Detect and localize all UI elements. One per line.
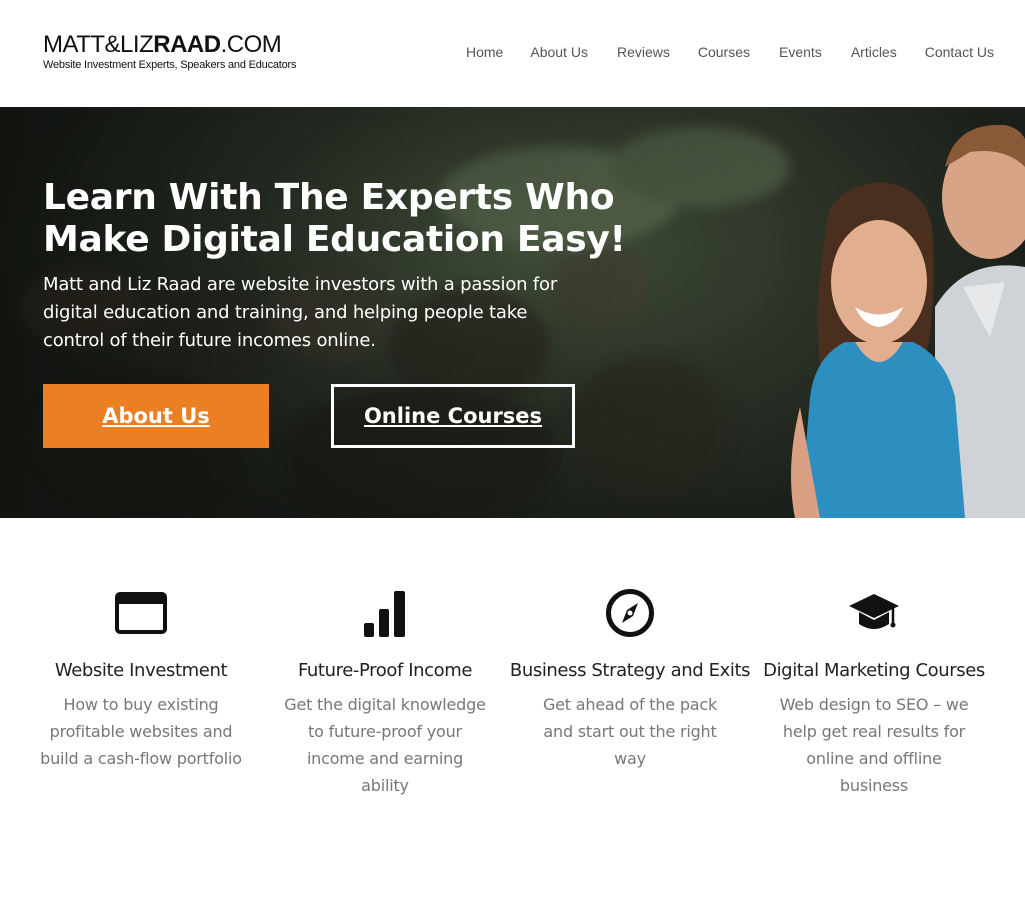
- browser-window-icon: [19, 588, 263, 638]
- logo-wordmark: MATT&LIZRAAD.COM: [43, 31, 282, 58]
- about-us-button[interactable]: About Us: [43, 384, 269, 448]
- nav-home[interactable]: Home: [466, 44, 503, 60]
- graduation-cap-icon: [752, 588, 996, 638]
- feature-title: Digital Marketing Courses: [763, 660, 985, 681]
- feature-digital-marketing: Digital Marketing Courses Web design to …: [752, 588, 996, 799]
- logo-tagline: Website Investment Experts, Speakers and…: [43, 59, 297, 71]
- nav-courses[interactable]: Courses: [698, 44, 750, 60]
- bar-chart-icon: [263, 588, 507, 638]
- feature-title: Business Strategy and Exits: [509, 660, 751, 681]
- site-logo[interactable]: MATT&LIZRAAD.COM Website Investment Expe…: [43, 31, 297, 72]
- online-courses-button[interactable]: Online Courses: [331, 384, 575, 448]
- hero-subtitle: Matt and Liz Raad are website investors …: [43, 274, 558, 351]
- hero-title-line-2: Make Digital Education Easy!: [43, 219, 626, 260]
- feature-website-investment: Website Investment How to buy existing p…: [19, 588, 263, 772]
- hosts-photo: [791, 124, 1025, 518]
- feature-title: Future-Proof Income: [297, 660, 473, 681]
- compass-icon: [508, 588, 752, 638]
- nav-articles[interactable]: Articles: [851, 44, 897, 60]
- features-section: Website Investment How to buy existing p…: [19, 588, 999, 848]
- nav-events[interactable]: Events: [779, 44, 822, 60]
- feature-description: Web design to SEO – we help get real res…: [779, 695, 969, 795]
- hero-banner: Learn With The Experts Who Make Digital …: [0, 107, 1025, 518]
- feature-title: Website Investment: [54, 660, 228, 681]
- feature-business-strategy: Business Strategy and Exits Get ahead of…: [508, 588, 752, 772]
- main-nav: Home About Us Reviews Courses Events Art…: [466, 44, 994, 60]
- feature-description: Get ahead of the pack and start out the …: [542, 695, 718, 768]
- nav-contact-us[interactable]: Contact Us: [925, 44, 994, 60]
- hero-title: Learn With The Experts Who Make Digital …: [43, 177, 643, 261]
- hero-title-line-1: Learn With The Experts Who: [43, 177, 615, 218]
- nav-about-us[interactable]: About Us: [530, 44, 588, 60]
- feature-description: How to buy existing profitable websites …: [40, 695, 242, 768]
- feature-description: Get the digital knowledge to future-proo…: [284, 695, 486, 795]
- nav-reviews[interactable]: Reviews: [617, 44, 670, 60]
- site-header: MATT&LIZRAAD.COM Website Investment Expe…: [0, 0, 1025, 107]
- feature-future-proof-income: Future-Proof Income Get the digital know…: [263, 588, 507, 799]
